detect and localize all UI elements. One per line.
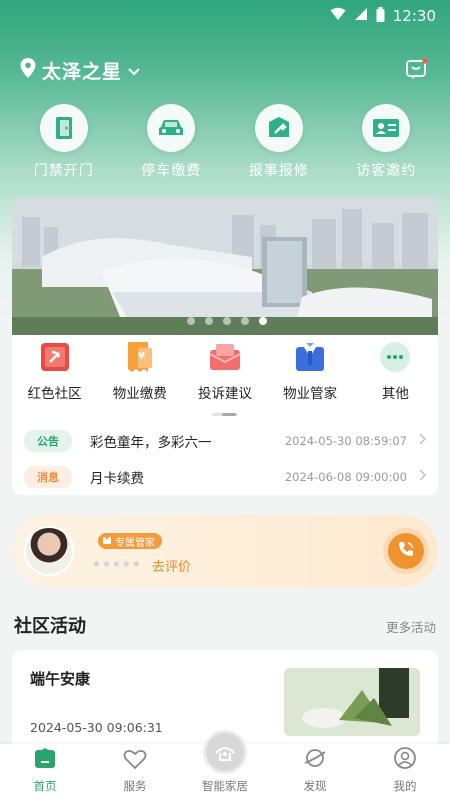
quick-action-label: 访客邀约 [356, 163, 417, 179]
carousel-dot[interactable] [187, 317, 195, 325]
quick-action-repair[interactable]: 报事报修 [229, 104, 329, 184]
carousel-dot[interactable] [223, 317, 231, 325]
smart-home-icon [203, 730, 247, 774]
news-title: 彩色童年，多彩六一 [90, 435, 212, 451]
tab-label: 发现 [303, 779, 327, 793]
call-button[interactable] [388, 533, 424, 569]
quick-action-parking[interactable]: 停车缴费 [121, 104, 221, 184]
tab-label: 我的 [393, 779, 417, 793]
carousel-dot[interactable] [241, 317, 249, 325]
phone-icon [397, 540, 415, 562]
carousel-dot-active[interactable] [259, 317, 267, 325]
carousel-dots [187, 317, 267, 325]
quick-action-label: 报事报修 [248, 163, 309, 179]
main-card: 红色社区 ¥ 物业缴费 投诉建议 物业管家 其他 公告 彩色童年，多彩六一 20… [12, 197, 438, 495]
service-other[interactable]: 其他 [354, 340, 436, 406]
planet-icon [303, 746, 327, 774]
wifi-icon [330, 7, 346, 25]
chevron-right-icon [419, 433, 427, 449]
tab-services[interactable]: 服务 [95, 748, 175, 794]
news-item-message[interactable]: 消息 月卡续费 2024-06-08 09:00:00 [24, 460, 427, 494]
tab-profile[interactable]: 我的 [365, 746, 445, 794]
butler-badge-icon [102, 535, 112, 548]
butler-icon [293, 340, 327, 374]
more-icon [378, 340, 412, 374]
manager-card[interactable]: 专属管家 ★★★★★ 去评价 [12, 515, 438, 587]
heart-icon [123, 748, 147, 774]
visitor-card-icon [362, 104, 411, 152]
bill-icon: ¥ [123, 340, 157, 374]
tab-discover[interactable]: 发现 [275, 746, 355, 794]
wrench-icon [254, 104, 303, 152]
news-item-notice[interactable]: 公告 彩色童年，多彩六一 2024-05-30 08:59:07 [24, 424, 427, 458]
battery-icon [376, 6, 385, 26]
news-tag: 公告 [24, 430, 72, 452]
quick-action-visitor[interactable]: 访客邀约 [336, 104, 436, 184]
service-property-fee[interactable]: ¥ 物业缴费 [99, 340, 181, 406]
party-flag-icon [38, 340, 72, 374]
message-icon[interactable] [406, 58, 428, 84]
tab-label: 首页 [33, 779, 57, 793]
quick-action-label: 门禁开门 [33, 163, 94, 179]
tab-label: 服务 [123, 779, 147, 793]
quick-action-label: 停车缴费 [141, 163, 202, 179]
service-label: 投诉建议 [197, 386, 252, 402]
service-label: 物业缴费 [112, 386, 167, 402]
activity-image [284, 668, 420, 736]
tab-smart-home[interactable]: 智能家居 [185, 730, 265, 794]
status-bar: 12:30 [0, 0, 450, 32]
bottom-tabbar: 首页 服务 智能家居 发现 我的 [0, 730, 450, 800]
car-icon [147, 104, 196, 152]
rating-stars: ★★★★★ [92, 559, 142, 570]
news-title: 月卡续费 [90, 471, 144, 487]
rate-link[interactable]: 去评价 [152, 556, 191, 575]
status-time: 12:30 [392, 7, 436, 25]
home-icon [33, 746, 57, 774]
news-time: 2024-06-08 09:00:00 [284, 470, 407, 484]
service-label: 其他 [381, 386, 409, 402]
tab-home[interactable]: 首页 [5, 746, 85, 794]
chevron-right-icon [419, 469, 427, 485]
profile-icon [393, 746, 417, 774]
news-time: 2024-05-30 08:59:07 [284, 434, 407, 448]
activity-title: 端午安康 [30, 670, 91, 688]
top-header: 太泽之星 [0, 52, 450, 88]
mailbox-icon [208, 340, 242, 374]
chevron-down-icon [128, 61, 140, 80]
quick-actions: 门禁开门 停车缴费 报事报修 访客邀约 [0, 104, 450, 184]
svg-text:¥: ¥ [138, 351, 145, 362]
location-pin-icon [20, 58, 36, 82]
activity-date: 2024-05-30 09:06:31 [30, 720, 163, 735]
manager-badge-label: 专属管家 [115, 537, 155, 549]
door-icon [39, 104, 88, 152]
service-label: 物业管家 [283, 386, 338, 402]
quick-action-door[interactable]: 门禁开门 [14, 104, 114, 184]
signal-icon [354, 7, 368, 25]
more-activities-link[interactable]: 更多活动 [386, 617, 436, 636]
service-complaint[interactable]: 投诉建议 [184, 340, 266, 406]
banner-image [12, 197, 438, 335]
service-red-community[interactable]: 红色社区 [14, 340, 96, 406]
manager-avatar [24, 526, 74, 576]
service-grid: 红色社区 ¥ 物业缴费 投诉建议 物业管家 其他 [12, 340, 438, 406]
banner-carousel[interactable] [12, 197, 438, 335]
section-title: 社区活动 [14, 616, 86, 637]
news-tag: 消息 [24, 466, 72, 488]
carousel-dot[interactable] [205, 317, 213, 325]
service-label: 红色社区 [27, 386, 82, 402]
service-butler[interactable]: 物业管家 [269, 340, 351, 406]
tab-label: 智能家居 [202, 779, 248, 793]
location-name: 太泽之星 [42, 60, 123, 83]
manager-badge: 专属管家 [98, 533, 162, 549]
service-page-indicator [212, 413, 238, 416]
location-selector[interactable]: 太泽之星 [20, 57, 140, 84]
